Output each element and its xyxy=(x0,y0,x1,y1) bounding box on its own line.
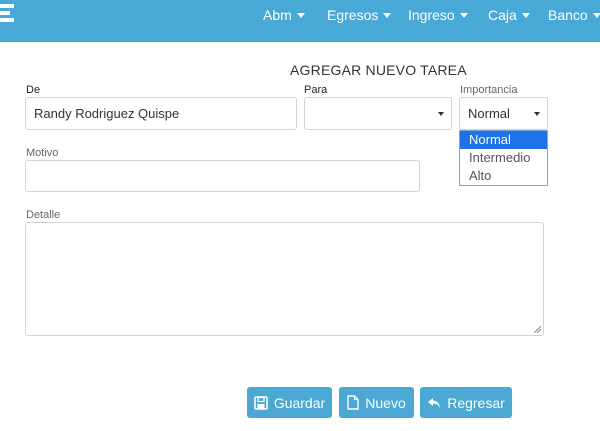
regresar-button[interactable]: Regresar xyxy=(420,387,512,418)
de-value: Randy Rodriguez Quispe xyxy=(34,106,180,121)
motivo-label: Motivo xyxy=(26,147,59,159)
caret-down-icon xyxy=(296,13,305,18)
page-title: AGREGAR NUEVO TAREA xyxy=(290,62,467,78)
importancia-select[interactable]: Normal xyxy=(459,97,548,130)
caret-down-icon xyxy=(592,13,600,18)
nav-item-egresos[interactable]: Egresos xyxy=(327,7,392,23)
option-intermedio[interactable]: Intermedio xyxy=(460,149,547,167)
new-file-icon xyxy=(347,395,359,410)
nuevo-button[interactable]: Nuevo xyxy=(339,387,414,418)
importancia-dropdown-list: Normal Intermedio Alto xyxy=(459,130,548,186)
chevron-down-icon xyxy=(438,111,444,116)
brand-logo[interactable] xyxy=(0,4,14,22)
guardar-button[interactable]: Guardar xyxy=(247,387,332,418)
regresar-label: Regresar xyxy=(447,394,505,411)
de-label: De xyxy=(26,84,41,96)
option-normal[interactable]: Normal xyxy=(460,131,547,149)
importancia-value: Normal xyxy=(468,106,510,121)
detalle-label: Detalle xyxy=(26,209,61,221)
guardar-label: Guardar xyxy=(273,394,326,411)
caret-down-icon xyxy=(459,13,468,18)
detalle-textarea[interactable] xyxy=(25,222,544,336)
de-field[interactable]: Randy Rodriguez Quispe xyxy=(25,97,297,130)
motivo-field[interactable] xyxy=(25,160,420,192)
nuevo-label: Nuevo xyxy=(365,394,406,411)
nav-item-abm[interactable]: Abm xyxy=(263,7,305,23)
caret-down-icon xyxy=(383,13,392,18)
nav-item-ingreso[interactable]: Ingreso xyxy=(408,7,468,23)
nav-item-label: Abm xyxy=(263,7,292,23)
nav-item-label: Caja xyxy=(488,7,517,23)
top-navbar: Abm Egresos Ingreso Caja Banco xyxy=(0,0,600,42)
save-icon xyxy=(254,395,268,410)
nav-item-caja[interactable]: Caja xyxy=(488,7,530,23)
nav-item-label: Ingreso xyxy=(408,7,455,23)
chevron-down-icon xyxy=(534,111,540,116)
option-alto[interactable]: Alto xyxy=(460,167,547,185)
undo-arrow-icon xyxy=(428,397,441,408)
para-label: Para xyxy=(304,84,328,96)
nav-item-banco[interactable]: Banco xyxy=(548,7,600,23)
para-select[interactable] xyxy=(304,97,452,130)
resize-grip-icon[interactable] xyxy=(534,326,541,333)
caret-down-icon xyxy=(521,13,530,18)
importancia-label: Importancia xyxy=(460,84,518,96)
nav-item-label: Egresos xyxy=(327,7,379,23)
nav-item-label: Banco xyxy=(548,7,588,23)
